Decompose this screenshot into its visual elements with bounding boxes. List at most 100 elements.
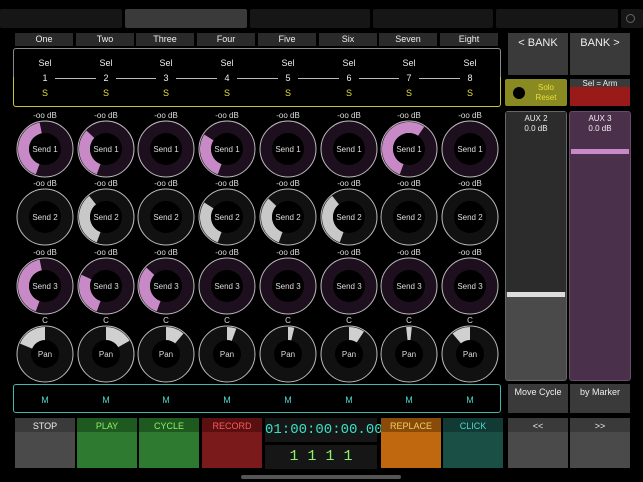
send1-label: Send 1 xyxy=(214,145,240,154)
send1-knob-4[interactable]: -oo dB Send 1 xyxy=(197,111,257,179)
send3-knob-6[interactable]: -oo dB Send 3 xyxy=(319,248,379,316)
pan-knob-1[interactable]: C Pan xyxy=(15,316,75,384)
send2-value-4: -oo dB xyxy=(215,179,239,188)
replace-label: REPLACE xyxy=(389,421,433,431)
send1-knob-3[interactable]: -oo dB Send 1 xyxy=(136,111,196,179)
select-row xyxy=(13,48,501,77)
pan-knob-2[interactable]: C Pan xyxy=(76,316,136,384)
forward-button[interactable]: >> xyxy=(570,418,630,468)
send3-label: Send 3 xyxy=(457,282,483,291)
aux2-fader-handle[interactable] xyxy=(507,291,565,297)
send2-knob-5[interactable]: -oo dB Send 2 xyxy=(258,179,318,247)
send1-knob-1[interactable]: -oo dB Send 1 xyxy=(15,111,75,179)
send1-knob-8[interactable]: -oo dB Send 1 xyxy=(440,111,500,179)
by-marker-button[interactable]: by Marker xyxy=(570,384,630,413)
pan-dial-2: Pan xyxy=(77,325,135,383)
bars-display: 1 1 1 1 xyxy=(265,445,377,469)
pan-knob-5[interactable]: C Pan xyxy=(258,316,318,384)
pan-knob-3[interactable]: C Pan xyxy=(136,316,196,384)
pan-knob-7[interactable]: C Pan xyxy=(379,316,439,384)
send3-value-8: -oo dB xyxy=(458,248,482,257)
aux3-value: 0.0 dB xyxy=(588,124,612,133)
top-tab-2[interactable] xyxy=(125,9,247,28)
solo-indicator-icon xyxy=(513,87,525,99)
top-tab-indicator xyxy=(626,14,635,23)
pan-label: Pan xyxy=(402,350,416,359)
send1-value-2: -oo dB xyxy=(94,111,118,120)
aux2-fader[interactable] xyxy=(505,111,567,381)
pan-label: Pan xyxy=(99,350,113,359)
send1-label: Send 1 xyxy=(32,145,58,154)
move-cycle-button[interactable]: Move Cycle xyxy=(508,384,568,413)
pan-knob-8[interactable]: C Pan xyxy=(440,316,500,384)
send1-label: Send 1 xyxy=(93,145,119,154)
send2-label: Send 2 xyxy=(275,213,301,222)
bank-prev-button[interactable]: < BANK xyxy=(508,33,568,75)
send3-knob-8[interactable]: -oo dB Send 3 xyxy=(440,248,500,316)
channel-name-3: Three xyxy=(136,33,194,46)
aux2-fader-track-upper xyxy=(506,112,566,292)
send3-label: Send 3 xyxy=(214,282,240,291)
send3-knob-2[interactable]: -oo dB Send 3 xyxy=(76,248,136,316)
aux3-fader-handle[interactable] xyxy=(571,148,629,154)
send3-knob-5[interactable]: -oo dB Send 3 xyxy=(258,248,318,316)
send2-knob-4[interactable]: -oo dB Send 2 xyxy=(197,179,257,247)
top-tab-5[interactable] xyxy=(496,9,618,28)
forward-label: >> xyxy=(594,421,606,431)
solo-reset-button[interactable]: Solo Reset xyxy=(505,79,567,106)
send3-value-5: -oo dB xyxy=(276,248,300,257)
send3-knob-7[interactable]: -oo dB Send 3 xyxy=(379,248,439,316)
send1-label: Send 1 xyxy=(336,145,362,154)
pan-knob-4[interactable]: C Pan xyxy=(197,316,257,384)
send3-value-6: -oo dB xyxy=(337,248,361,257)
send2-label: Send 2 xyxy=(153,213,179,222)
click-button[interactable]: CLICK xyxy=(443,418,503,468)
send1-label: Send 1 xyxy=(457,145,483,154)
send1-knob-6[interactable]: -oo dB Send 1 xyxy=(319,111,379,179)
top-tab-4[interactable] xyxy=(373,9,493,28)
send1-knob-5[interactable]: -oo dB Send 1 xyxy=(258,111,318,179)
play-button[interactable]: PLAY xyxy=(77,418,137,468)
top-tab-3[interactable] xyxy=(250,9,370,28)
send3-value-7: -oo dB xyxy=(397,248,421,257)
send1-knob-7[interactable]: -oo dB Send 1 xyxy=(379,111,439,179)
cycle-button[interactable]: CYCLE xyxy=(139,418,199,468)
send1-label: Send 1 xyxy=(396,145,422,154)
bank-next-button[interactable]: BANK > xyxy=(570,33,630,75)
send2-knob-3[interactable]: -oo dB Send 2 xyxy=(136,179,196,247)
send2-knob-7[interactable]: -oo dB Send 2 xyxy=(379,179,439,247)
send3-value-3: -oo dB xyxy=(154,248,178,257)
send2-dial-7: Send 2 xyxy=(380,188,438,246)
send3-knob-3[interactable]: -oo dB Send 3 xyxy=(136,248,196,316)
send1-value-1: -oo dB xyxy=(33,111,57,120)
send2-knob-2[interactable]: -oo dB Send 2 xyxy=(76,179,136,247)
pan-value-7: C xyxy=(406,316,412,325)
send2-value-5: -oo dB xyxy=(276,179,300,188)
stop-button[interactable]: STOP xyxy=(15,418,75,468)
send2-knob-1[interactable]: -oo dB Send 2 xyxy=(15,179,75,247)
replace-button[interactable]: REPLACE xyxy=(381,418,441,468)
pan-knob-6[interactable]: C Pan xyxy=(319,316,379,384)
send2-value-1: -oo dB xyxy=(33,179,57,188)
pan-dial-7: Pan xyxy=(380,325,438,383)
pan-value-8: C xyxy=(467,316,473,325)
send3-label: Send 3 xyxy=(275,282,301,291)
send2-knob-8[interactable]: -oo dB Send 2 xyxy=(440,179,500,247)
send2-value-3: -oo dB xyxy=(154,179,178,188)
send1-value-7: -oo dB xyxy=(397,111,421,120)
record-button[interactable]: RECORD xyxy=(202,418,262,468)
send2-knob-6[interactable]: -oo dB Send 2 xyxy=(319,179,379,247)
pan-label: Pan xyxy=(342,350,356,359)
play-label: PLAY xyxy=(95,421,119,431)
send3-knob-4[interactable]: -oo dB Send 3 xyxy=(197,248,257,316)
send3-knob-1[interactable]: -oo dB Send 3 xyxy=(15,248,75,316)
send1-knob-2[interactable]: -oo dB Send 1 xyxy=(76,111,136,179)
send2-dial-2: Send 2 xyxy=(77,188,135,246)
channel-name-7: Seven xyxy=(379,33,437,46)
top-tab-1[interactable] xyxy=(0,9,122,28)
send1-dial-5: Send 1 xyxy=(259,120,317,178)
send1-value-6: -oo dB xyxy=(337,111,361,120)
cycle-label: CYCLE xyxy=(153,421,184,431)
rewind-button[interactable]: << xyxy=(508,418,568,468)
pan-value-2: C xyxy=(103,316,109,325)
